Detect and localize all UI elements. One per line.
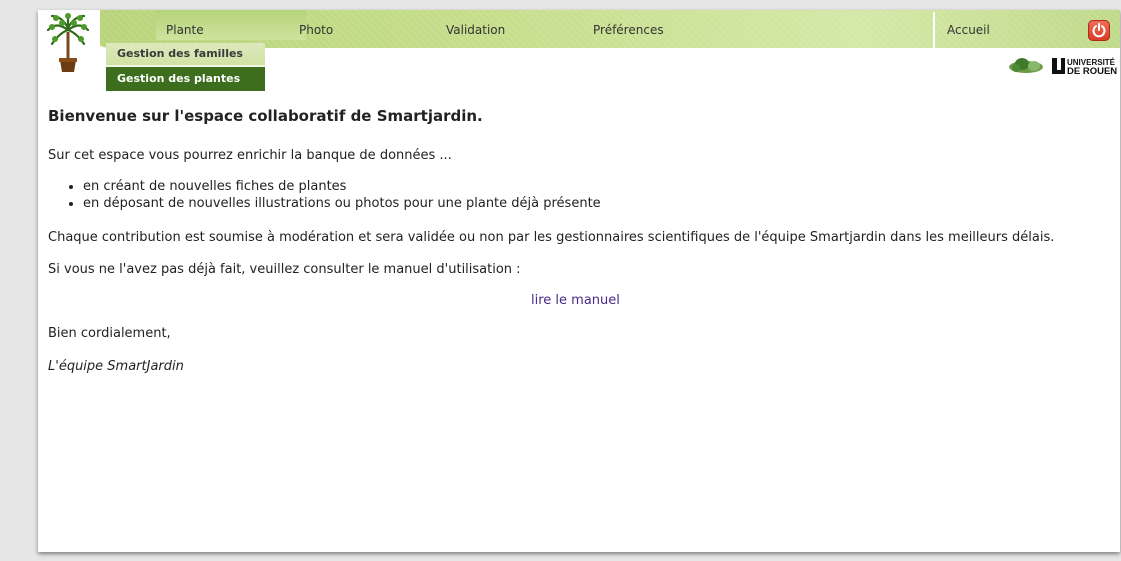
plante-dropdown-menu: Gestion des familles Gestion des plantes [106, 43, 265, 91]
nav-item-validation[interactable]: Validation [446, 23, 505, 37]
nav-item-accueil[interactable]: Accueil [947, 23, 990, 37]
nav-divider [933, 12, 935, 48]
list-item: en déposant de nouvelles illustrations o… [83, 195, 601, 212]
university-line2: DE ROUEN [1067, 66, 1117, 77]
page-title: Bienvenue sur l'espace collaboratif de S… [48, 107, 483, 125]
moderation-text: Chaque contribution est soumise à modéra… [48, 230, 1055, 245]
tree-icon [46, 12, 90, 72]
nav-item-plante[interactable]: Plante [156, 10, 306, 40]
manual-prompt-text: Si vous ne l'avez pas déjà fait, veuille… [48, 262, 521, 277]
nav-item-photo[interactable]: Photo [299, 23, 333, 37]
nav-item-preferences[interactable]: Préférences [593, 23, 664, 37]
contribution-list: en créant de nouvelles fiches de plantes… [48, 178, 601, 212]
menu-item-gestion-familles[interactable]: Gestion des familles [106, 43, 265, 67]
intro-text: Sur cet espace vous pourrez enrichir la … [48, 148, 452, 163]
espe-logo [1009, 58, 1043, 73]
app-window: Plante Photo Validation Préférences Accu… [38, 10, 1120, 552]
logout-button[interactable] [1088, 20, 1110, 41]
manual-link[interactable]: lire le manuel [531, 293, 620, 308]
menu-item-gestion-plantes[interactable]: Gestion des plantes [106, 67, 265, 91]
signature-text: L'équipe SmartJardin [48, 359, 184, 374]
power-icon [1092, 23, 1106, 38]
universite-rouen-logo: UNIVERSITÉ DE ROUEN [1052, 58, 1117, 77]
list-item: en créant de nouvelles fiches de plantes [83, 178, 601, 195]
closing-text: Bien cordialement, [48, 326, 171, 341]
partner-logos: UNIVERSITÉ DE ROUEN [1004, 55, 1118, 77]
logos-svg: UNIVERSITÉ DE ROUEN [1009, 58, 1117, 77]
app-logo[interactable] [38, 10, 100, 72]
